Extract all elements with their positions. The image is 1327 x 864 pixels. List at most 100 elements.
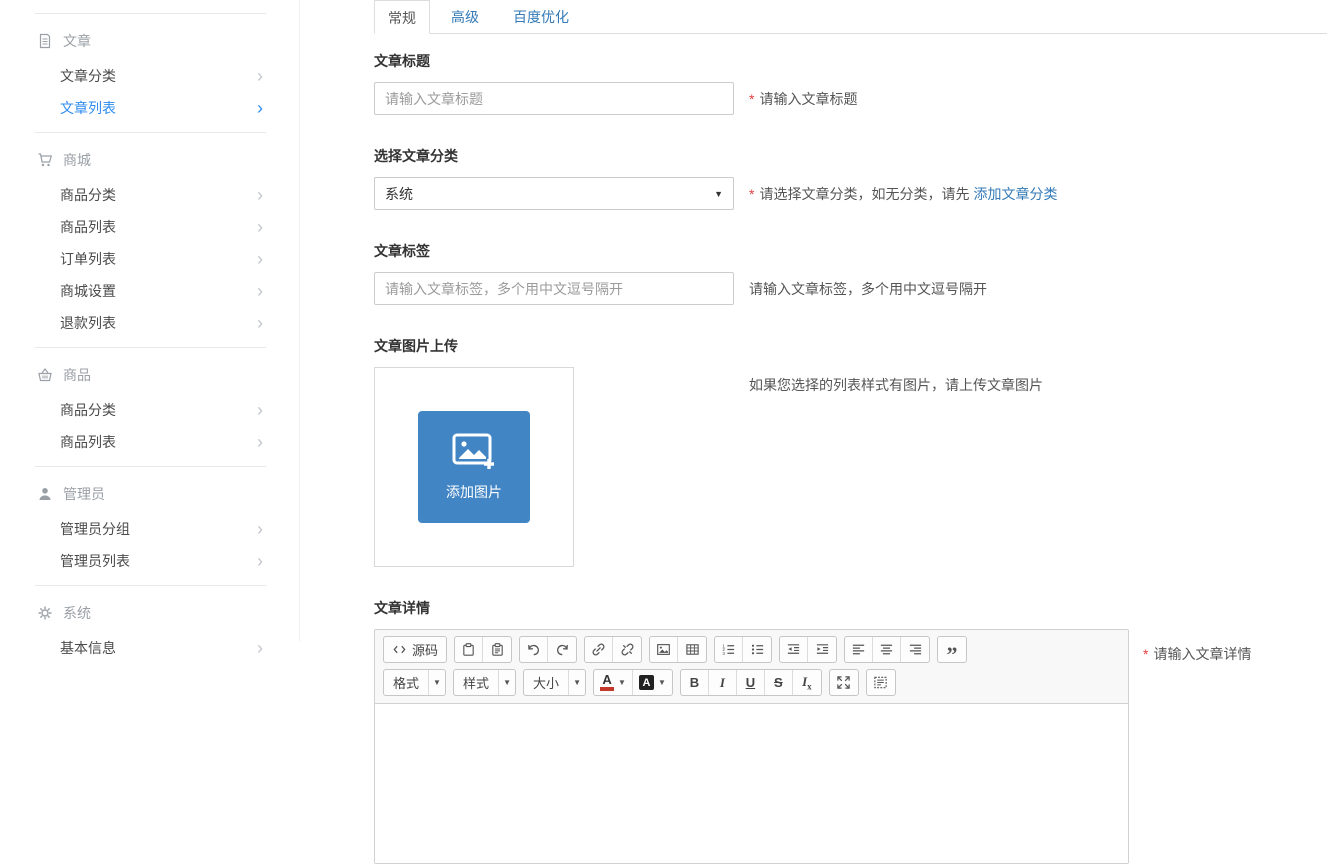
sidebar-item-mall-goods-list[interactable]: 商品列表 › xyxy=(0,211,299,243)
chevron-right-icon: › xyxy=(257,67,263,85)
unlink-icon xyxy=(620,642,635,657)
italic-icon: I xyxy=(720,675,725,691)
form-group-image: 文章图片上传 xyxy=(374,336,1327,567)
hint-text: 请输入文章标签，多个用中文逗号隔开 xyxy=(749,281,987,297)
category-label: 选择文章分类 xyxy=(374,146,1327,166)
chevron-right-icon: › xyxy=(257,314,263,332)
caret-down-icon: ▼ xyxy=(568,670,585,695)
add-category-link[interactable]: 添加文章分类 xyxy=(973,186,1057,202)
maximize-button[interactable] xyxy=(830,670,858,695)
article-tags-input[interactable] xyxy=(374,272,734,305)
caret-down-icon: ▼ xyxy=(618,678,626,687)
nav-item-label: 退款列表 xyxy=(60,313,116,333)
title-label: 文章标题 xyxy=(374,51,1327,71)
image-upload-dropzone[interactable]: 添加图片 xyxy=(374,367,574,567)
sidebar-item-admin-list[interactable]: 管理员列表 › xyxy=(0,545,299,577)
detail-hint: *请输入文章详情 xyxy=(1143,629,1251,664)
app-root: 文章 文章分类 › 文章列表 › 商城 商品分类 › 商品列表 › 订单列表 › xyxy=(0,0,1327,641)
text-color-button[interactable]: A ▼ xyxy=(594,670,633,695)
strikethrough-button[interactable]: S xyxy=(765,670,793,695)
sidebar-item-admin-group[interactable]: 管理员分组 › xyxy=(0,513,299,545)
tags-label: 文章标签 xyxy=(374,241,1327,261)
form-group-tags: 文章标签 请输入文章标签，多个用中文逗号隔开 xyxy=(374,241,1327,305)
format-dropdown-label: 格式 xyxy=(384,673,428,692)
svg-text:3: 3 xyxy=(722,651,725,656)
background-color-button[interactable]: A ▼ xyxy=(633,670,672,695)
hint-text: 如果您选择的列表样式有图片，请上传文章图片 xyxy=(749,377,1043,393)
article-title-input[interactable] xyxy=(374,82,734,115)
nav-item-label: 文章分类 xyxy=(60,66,116,86)
styles-dropdown-label: 样式 xyxy=(454,673,498,692)
sidebar-section-admin[interactable]: 管理员 xyxy=(0,475,299,513)
undo-icon xyxy=(526,642,541,657)
section-label: 系统 xyxy=(63,603,91,623)
editor-content[interactable] xyxy=(375,703,1128,863)
bold-icon: B xyxy=(690,675,699,690)
nav-item-label: 管理员分组 xyxy=(60,519,130,539)
form-group-category: 选择文章分类 系统 ▼ * 请选择文章分类，如无分类，请先添加文章分类 xyxy=(374,146,1327,210)
add-image-button[interactable]: 添加图片 xyxy=(418,411,530,523)
chevron-right-icon: › xyxy=(257,520,263,538)
remove-format-icon: Ix xyxy=(802,674,812,692)
caret-down-icon: ▼ xyxy=(658,678,666,687)
link-icon xyxy=(591,642,606,657)
tab-baidu-seo[interactable]: 百度优化 xyxy=(500,0,582,34)
sidebar-item-order-list[interactable]: 订单列表 › xyxy=(0,243,299,275)
sidebar-item-refund-list[interactable]: 退款列表 › xyxy=(0,307,299,339)
sidebar-section-system[interactable]: 系统 xyxy=(0,594,299,632)
font-size-dropdown[interactable]: 大小 ▼ xyxy=(523,669,586,696)
styles-dropdown[interactable]: 样式 ▼ xyxy=(453,669,516,696)
tab-bar: 常规 高级 百度优化 xyxy=(374,0,1327,34)
font-size-dropdown-label: 大小 xyxy=(524,673,568,692)
sidebar-item-mall-goods-category[interactable]: 商品分类 › xyxy=(0,179,299,211)
sidebar-item-basic-info[interactable]: 基本信息 › xyxy=(0,632,299,664)
tags-hint: 请输入文章标签，多个用中文逗号隔开 xyxy=(749,279,987,299)
article-form: 文章标题 *请输入文章标题 选择文章分类 系统 ▼ *请选 xyxy=(374,34,1327,864)
show-blocks-button[interactable] xyxy=(867,670,895,695)
section-label: 商城 xyxy=(63,150,91,170)
section-label: 文章 xyxy=(63,31,91,51)
italic-button[interactable]: I xyxy=(709,670,737,695)
chevron-right-icon: › xyxy=(257,552,263,570)
tab-general[interactable]: 常规 xyxy=(374,0,430,34)
image-plus-icon xyxy=(451,432,497,472)
system-gear-icon xyxy=(37,605,53,621)
caret-down-icon: ▼ xyxy=(428,670,445,695)
divider xyxy=(35,585,266,586)
sidebar-section-mall[interactable]: 商城 xyxy=(0,141,299,179)
nav-item-label: 文章列表 xyxy=(60,98,116,118)
nav-item-label: 管理员列表 xyxy=(60,551,130,571)
source-code-icon xyxy=(392,642,407,657)
editor-toolbar-row-1: 源码 xyxy=(383,636,1121,663)
sidebar-item-article-category[interactable]: 文章分类 › xyxy=(0,60,299,92)
sidebar-item-article-list[interactable]: 文章列表 › xyxy=(0,92,299,124)
hint-text: 请输入文章标题 xyxy=(759,91,857,107)
sidebar-item-mall-settings[interactable]: 商城设置 › xyxy=(0,275,299,307)
hint-text: 请选择文章分类，如无分类，请先 xyxy=(759,186,969,202)
nav-item-label: 商品分类 xyxy=(60,400,116,420)
detail-label: 文章详情 xyxy=(374,598,1327,618)
tab-advanced[interactable]: 高级 xyxy=(438,0,492,34)
bold-button[interactable]: B xyxy=(681,670,709,695)
required-asterisk: * xyxy=(749,186,754,202)
category-select[interactable]: 系统 ▼ xyxy=(374,177,734,210)
text-color-icon: A xyxy=(600,674,614,691)
sidebar-section-goods[interactable]: 商品 xyxy=(0,356,299,394)
form-group-detail: 文章详情 源码 xyxy=(374,598,1327,864)
sidebar-item-goods-list[interactable]: 商品列表 › xyxy=(0,426,299,458)
add-image-label: 添加图片 xyxy=(446,482,502,502)
sidebar-section-article[interactable]: 文章 xyxy=(0,22,299,60)
background-color-icon: A xyxy=(639,675,654,690)
divider xyxy=(35,132,266,133)
admin-user-icon xyxy=(37,486,53,502)
sidebar-item-goods-category[interactable]: 商品分类 › xyxy=(0,394,299,426)
format-dropdown[interactable]: 格式 ▼ xyxy=(383,669,446,696)
main-content: 常规 高级 百度优化 文章标题 * 请输入文章标题 选择文章分类 xyxy=(300,0,1327,641)
chevron-right-icon: › xyxy=(257,639,263,657)
align-center-icon xyxy=(879,642,894,657)
paste-icon xyxy=(461,642,476,657)
underline-button[interactable]: U xyxy=(737,670,765,695)
caret-down-icon: ▼ xyxy=(714,189,723,199)
increase-indent-icon xyxy=(815,642,830,657)
remove-format-button[interactable]: Ix xyxy=(793,670,821,695)
